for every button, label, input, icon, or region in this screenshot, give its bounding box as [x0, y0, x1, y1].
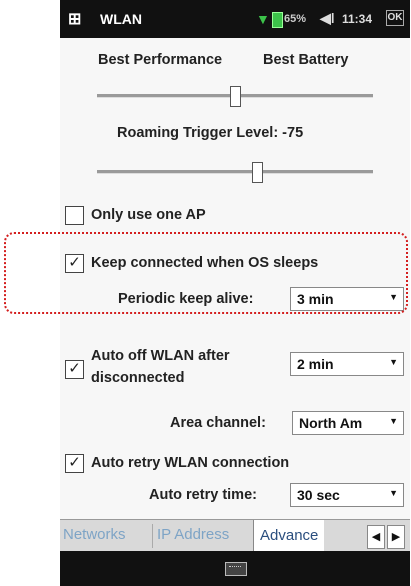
auto-off-wlan-label-line1: Auto off WLAN after [91, 348, 230, 364]
auto-retry-time-value: 30 sec [297, 487, 340, 503]
only-one-ap-label: Only use one AP [91, 207, 206, 223]
dropdown-arrow-icon: ▼ [389, 416, 398, 426]
roaming-slider-track[interactable] [97, 170, 373, 174]
signal-icon: ▼ [256, 11, 270, 27]
clock[interactable]: 11:34 [342, 12, 372, 26]
tab-networks[interactable]: Networks [63, 526, 126, 543]
tab-scroll-right-icon[interactable]: ▶ [387, 525, 405, 549]
roaming-slider-thumb[interactable] [252, 162, 264, 183]
menu-bar [60, 551, 410, 586]
auto-retry-label: Auto retry WLAN connection [91, 455, 290, 471]
best-battery-label: Best Battery [263, 52, 349, 68]
dropdown-arrow-icon: ▼ [389, 488, 398, 498]
highlight-annotation [4, 232, 408, 314]
best-performance-label: Best Performance [98, 52, 223, 68]
auto-retry-time-label: Auto retry time: [149, 487, 257, 503]
auto-retry-time-dropdown[interactable]: 30 sec ▼ [290, 483, 404, 507]
title-bar: ⊞ WLAN ▼ 65% ◀ǀ 11:34 OK [60, 0, 410, 38]
auto-retry-checkbox[interactable]: ✓ [65, 454, 84, 473]
keyboard-icon[interactable] [225, 562, 247, 576]
tab-scroll-left-icon[interactable]: ◀ [367, 525, 385, 549]
dropdown-arrow-icon: ▼ [389, 357, 398, 367]
auto-off-dropdown[interactable]: 2 min ▼ [290, 352, 404, 376]
app-title: WLAN [100, 11, 142, 27]
roaming-trigger-label: Roaming Trigger Level: -75 [117, 125, 304, 141]
ok-button[interactable]: OK [386, 10, 404, 26]
start-menu-icon[interactable]: ⊞ [68, 9, 81, 29]
auto-off-wlan-label-line2: disconnected [91, 370, 185, 386]
area-channel-label: Area channel: [170, 415, 266, 431]
tab-divider [152, 524, 153, 548]
auto-off-wlan-checkbox[interactable]: ✓ [65, 360, 84, 379]
battery-percent: 65% [284, 13, 307, 25]
tab-bar: Networks IP Address Advance ◀ ▶ [60, 519, 410, 552]
tab-ip-address[interactable]: IP Address [157, 526, 229, 543]
area-channel-dropdown[interactable]: North Am ▼ [292, 411, 404, 435]
power-slider-thumb[interactable] [230, 86, 241, 107]
only-one-ap-checkbox[interactable] [65, 206, 84, 225]
area-channel-value: North Am [299, 415, 363, 431]
tab-advance[interactable]: Advance [253, 520, 325, 552]
auto-off-value: 2 min [297, 356, 334, 372]
speaker-icon[interactable]: ◀ǀ [320, 10, 335, 27]
battery-icon [272, 12, 283, 28]
